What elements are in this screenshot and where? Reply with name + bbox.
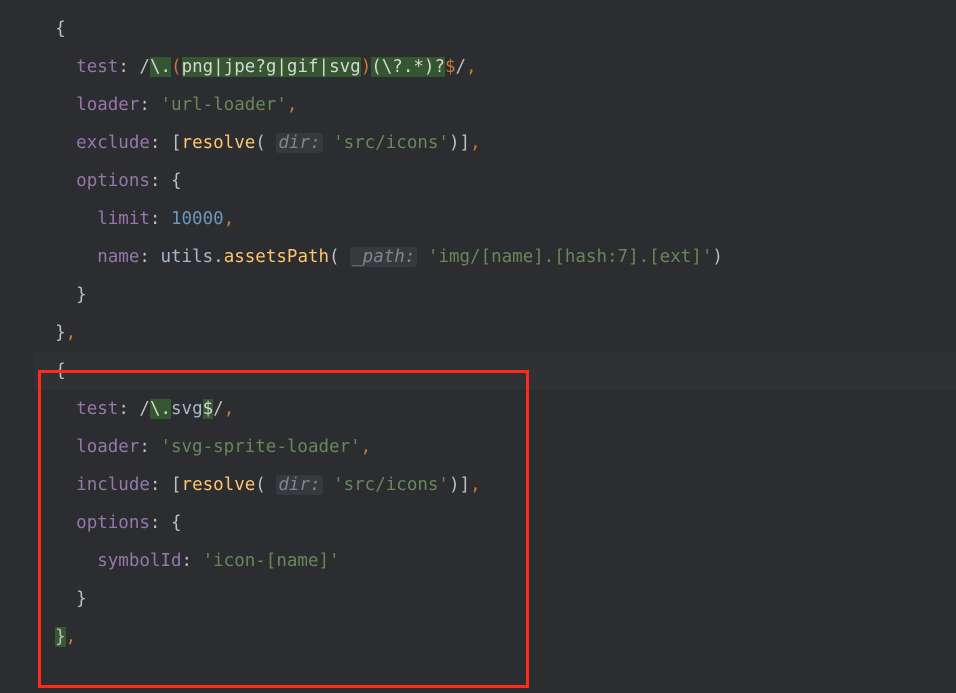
prop-exclude: exclude	[76, 133, 150, 153]
prop-loader: loader	[76, 95, 139, 115]
code-line: name: utils.assetsPath( _path: 'img/[nam…	[34, 238, 956, 276]
prop-limit: limit	[97, 209, 150, 229]
regex-body: svg	[171, 399, 203, 419]
regex-dollar: $	[445, 57, 456, 77]
regex-escape: \.	[150, 399, 171, 419]
prop-name: name	[97, 247, 139, 267]
fn-resolve: resolve	[182, 475, 256, 495]
brace-open: {	[55, 19, 66, 39]
regex-dollar: $	[203, 399, 214, 419]
string-literal: 'img/[name].[hash:7].[ext]'	[428, 247, 712, 267]
brace-close: }	[76, 285, 87, 305]
brace-close: }	[55, 627, 66, 647]
identifier-utils: utils	[160, 247, 213, 267]
caret-position: }	[55, 627, 66, 647]
prop-options: options	[76, 513, 150, 533]
string-literal: 'src/icons'	[333, 133, 449, 153]
code-line: options: {	[34, 162, 956, 200]
prop-include: include	[76, 475, 150, 495]
code-line: loader: 'url-loader',	[34, 86, 956, 124]
code-line: loader: 'svg-sprite-loader',	[34, 428, 956, 466]
fn-assetsPath: assetsPath	[224, 247, 329, 267]
code-line: limit: 10000,	[34, 200, 956, 238]
code-line: test: /\.svg$/,	[34, 390, 956, 428]
fn-resolve: resolve	[182, 133, 256, 153]
string-literal: 'url-loader'	[160, 95, 286, 115]
code-editor[interactable]: { test: /\.(png|jpe?g|gif|svg)(\?.*)?$/,…	[0, 0, 956, 693]
param-hint-dir: dir:	[276, 133, 322, 153]
prop-symbolId: symbolId	[97, 551, 181, 571]
regex-tail: (\?.*)?	[371, 57, 445, 77]
code-line: test: /\.(png|jpe?g|gif|svg)(\?.*)?$/,	[34, 48, 956, 86]
code-line: },	[34, 618, 956, 656]
string-literal: 'src/icons'	[333, 475, 449, 495]
brace-close: }	[55, 323, 66, 343]
code-line: }	[34, 580, 956, 618]
regex-escape: \.	[150, 57, 171, 77]
code-line: }	[34, 276, 956, 314]
code-line: include: [resolve( dir: 'src/icons')],	[34, 466, 956, 504]
number-literal: 10000	[171, 209, 224, 229]
code-line: exclude: [resolve( dir: 'src/icons')],	[34, 124, 956, 162]
param-hint-dir: dir:	[276, 475, 322, 495]
param-hint-path: _path:	[350, 247, 417, 267]
editor-gutter	[0, 0, 34, 693]
prop-loader: loader	[76, 437, 139, 457]
brace-open: {	[55, 361, 66, 381]
code-line: {	[34, 10, 956, 48]
code-line: },	[34, 314, 956, 352]
regex-alts: png|jpe?g|gif|svg	[182, 57, 361, 77]
prop-test: test	[76, 57, 118, 77]
prop-test: test	[76, 399, 118, 419]
string-literal: 'icon-[name]'	[203, 551, 340, 571]
code-line: options: {	[34, 504, 956, 542]
brace-close: }	[76, 589, 87, 609]
code-line-current: {	[34, 352, 956, 390]
prop-options: options	[76, 171, 150, 191]
regex-delim: /	[139, 57, 150, 77]
string-literal: 'svg-sprite-loader'	[160, 437, 360, 457]
regex-delim: /	[139, 399, 150, 419]
code-line: symbolId: 'icon-[name]'	[34, 542, 956, 580]
